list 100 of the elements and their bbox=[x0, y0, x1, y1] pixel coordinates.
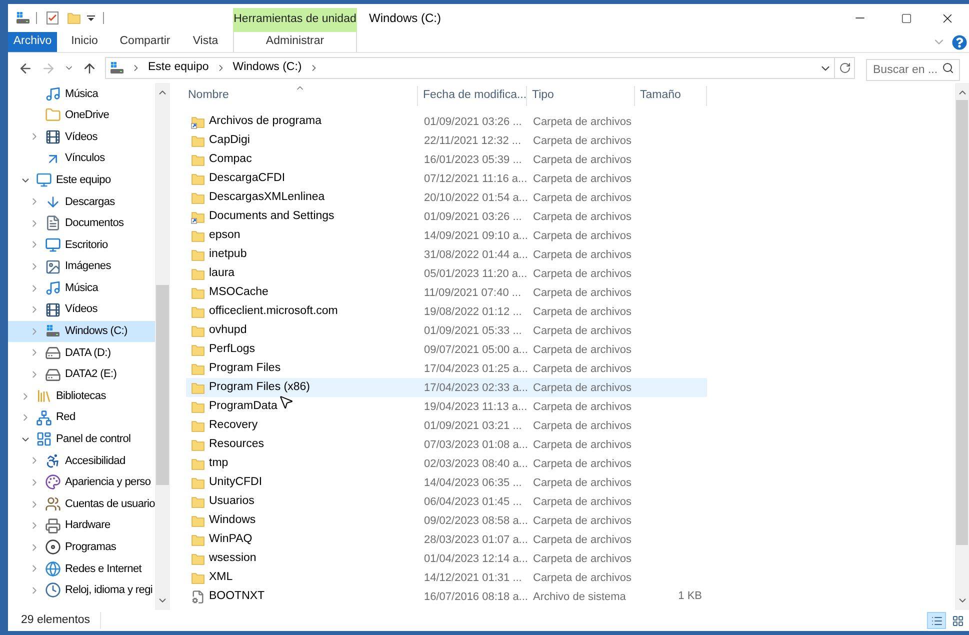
nav-item[interactable]: Apariencia y perso bbox=[8, 472, 155, 494]
caret-down-icon[interactable] bbox=[87, 14, 95, 22]
books-icon bbox=[36, 388, 52, 404]
nav-item[interactable]: Este equipo bbox=[8, 169, 155, 191]
file-row[interactable]: wsession 01/04/2023 12:14 a... Carpeta de archivos bbox=[186, 549, 707, 568]
file-row[interactable]: DescargaCFDI 07/12/2021 11:16 a... Carpeta de archivos bbox=[186, 169, 707, 188]
file-row[interactable]: Documents and Settings 01/09/2021 03:26 ... Carpeta de archivos bbox=[186, 207, 707, 226]
nav-item[interactable]: Accesibilidad bbox=[8, 450, 155, 472]
nav-item[interactable]: Hardware bbox=[8, 514, 155, 536]
file-row[interactable]: officeclient.microsoft.com 19/08/2022 01:12 ... Carpeta de archivos bbox=[186, 302, 707, 321]
file-type: Carpeta de archivos bbox=[533, 553, 632, 566]
modified-date: 07/12/2021 11:16 a... bbox=[424, 173, 528, 186]
file-row[interactable]: epson 14/09/2021 09:10 a... Carpeta de archivos bbox=[186, 226, 707, 245]
properties-icon[interactable] bbox=[46, 11, 59, 25]
back-button[interactable] bbox=[18, 60, 33, 76]
scrollbar[interactable] bbox=[955, 83, 969, 610]
ribbon-tab[interactable]: Vista bbox=[178, 32, 233, 52]
search-field[interactable]: Buscar en ... bbox=[866, 59, 960, 81]
ribbon-tab[interactable]: Inicio bbox=[57, 32, 112, 52]
shortcut-folder-icon bbox=[191, 210, 205, 224]
file-row[interactable]: Program Files 17/04/2023 01:25 a... Carpeta de archivos bbox=[186, 359, 707, 378]
folder-icon bbox=[191, 362, 205, 376]
file-type: Carpeta de archivos bbox=[533, 572, 632, 584]
file-row[interactable]: XML 14/12/2021 01:31 ... Carpeta de archivos bbox=[186, 568, 707, 587]
column-header[interactable]: Tipo bbox=[527, 86, 635, 106]
breadcrumb-item[interactable]: Windows (C:) bbox=[232, 59, 302, 77]
file-name: Usuarios bbox=[209, 494, 254, 509]
file-row[interactable]: WinPAQ 28/03/2023 01:07 a... Carpeta de archivos bbox=[186, 530, 707, 549]
column-header[interactable]: Nombre bbox=[183, 86, 418, 106]
download-icon bbox=[45, 194, 61, 210]
folder-icon bbox=[191, 248, 205, 262]
details-view-button[interactable] bbox=[927, 612, 946, 629]
folder-icon bbox=[191, 532, 205, 546]
nav-item[interactable]: Música bbox=[8, 277, 155, 299]
help-icon[interactable] bbox=[952, 34, 967, 50]
nav-item[interactable]: Vínculos bbox=[8, 148, 155, 170]
address-bar[interactable]: Este equipo Windows (C:) bbox=[105, 57, 835, 79]
file-row[interactable]: Recovery 01/09/2021 03:21 ... Carpeta de archivos bbox=[186, 416, 707, 435]
nav-item[interactable]: Programas bbox=[8, 536, 155, 558]
up-button[interactable] bbox=[82, 60, 97, 76]
modified-date: 17/04/2023 01:25 a... bbox=[424, 363, 528, 376]
nav-item[interactable]: DATA (D:) bbox=[8, 342, 155, 364]
nav-item[interactable]: Documentos bbox=[8, 212, 155, 234]
nav-item[interactable]: Vídeos bbox=[8, 298, 155, 321]
file-row[interactable]: laura 05/01/2023 11:20 a... Carpeta de archivos bbox=[186, 264, 707, 283]
file-row[interactable]: PerfLogs 09/07/2021 05:00 a... Carpeta de archivos bbox=[186, 340, 707, 359]
nav-item[interactable]: Escritorio bbox=[8, 234, 155, 256]
grid-icon[interactable] bbox=[952, 614, 964, 626]
file-row[interactable]: UnityCFDI 14/04/2023 06:35 ... Carpeta de archivos bbox=[186, 473, 707, 492]
file-name: BOOTNXT bbox=[209, 588, 265, 604]
modified-date: 06/04/2023 01:45 ... bbox=[424, 496, 522, 508]
file-row[interactable]: ProgramData 19/04/2023 11:13 a... Carpeta de archivos bbox=[186, 397, 707, 416]
nav-item[interactable]: Red bbox=[8, 406, 155, 428]
file-row[interactable]: ovhupd 01/09/2021 05:33 ... Carpeta de archivos bbox=[186, 321, 707, 340]
scroll-thumb[interactable] bbox=[956, 100, 968, 545]
file-row[interactable]: CapDigi 22/11/2021 12:32 ... Carpeta de archivos bbox=[186, 131, 707, 150]
file-row[interactable]: Archivos de programa 01/09/2021 03:26 ... Carpeta de archivos bbox=[186, 112, 707, 131]
file-row[interactable]: inetpub 31/08/2022 01:44 a... Carpeta de archivos bbox=[186, 245, 707, 264]
folder-icon bbox=[191, 494, 205, 508]
file-name: Program Files (x86) bbox=[209, 380, 310, 395]
file-name: laura bbox=[209, 266, 235, 281]
search-icon[interactable] bbox=[942, 62, 954, 74]
nav-item[interactable]: Imágenes bbox=[8, 256, 155, 278]
file-row[interactable]: Windows 09/02/2023 08:58 a... Carpeta de archivos bbox=[186, 511, 707, 530]
nav-item[interactable]: Windows (C:) bbox=[8, 320, 155, 342]
file-menu-tab[interactable]: Archivo bbox=[8, 32, 57, 52]
maximize-icon[interactable] bbox=[900, 12, 912, 24]
refresh-icon[interactable] bbox=[838, 62, 850, 74]
nav-item[interactable]: Bibliotecas bbox=[8, 385, 155, 407]
column-header[interactable]: Tamaño bbox=[635, 86, 707, 106]
forward-button[interactable] bbox=[41, 60, 56, 76]
nav-item[interactable]: Cuentas de usuario bbox=[8, 493, 155, 515]
file-name: UnityCFDI bbox=[209, 474, 262, 490]
file-row[interactable]: DescargasXMLenlinea 20/10/2022 01:54 a... Carpeta de archivos bbox=[186, 188, 707, 207]
refresh-button[interactable] bbox=[835, 57, 855, 79]
nav-item[interactable]: Panel de control bbox=[8, 428, 155, 450]
breadcrumb-item[interactable]: Este equipo bbox=[148, 59, 209, 77]
scroll-thumb[interactable] bbox=[156, 285, 169, 485]
shortcut-folder-icon bbox=[191, 114, 205, 128]
scrollbar[interactable] bbox=[155, 83, 170, 610]
file-row[interactable]: Usuarios 06/04/2023 01:45 ... Carpeta de archivos bbox=[186, 492, 707, 511]
column-header[interactable]: Fecha de modifica... bbox=[418, 86, 527, 106]
ribbon-tab[interactable]: Compartir bbox=[112, 32, 178, 52]
nav-item[interactable]: Descargas bbox=[8, 190, 155, 213]
nav-item[interactable]: OneDrive bbox=[8, 104, 155, 126]
drive-icon bbox=[46, 325, 60, 338]
nav-item[interactable]: Redes e Internet bbox=[8, 558, 155, 580]
file-row[interactable]: BOOTNXT 16/07/2016 08:18 a... Archivo de sistema 1 KB bbox=[186, 587, 707, 606]
nav-item[interactable]: Vídeos bbox=[8, 126, 155, 148]
file-name: XML bbox=[209, 570, 233, 585]
file-type: Carpeta de archivos bbox=[533, 192, 632, 204]
file-type: Carpeta de archivos bbox=[533, 363, 632, 376]
file-row[interactable]: Compac 16/01/2023 05:39 ... Carpeta de archivos bbox=[186, 150, 707, 169]
file-row[interactable]: MSOCache 11/09/2021 07:40 ... Carpeta de archivos bbox=[186, 283, 707, 302]
nav-item[interactable]: Música bbox=[8, 83, 155, 105]
file-row[interactable]: tmp 02/03/2023 08:40 a... Carpeta de archivos bbox=[186, 454, 707, 473]
nav-item[interactable]: DATA2 (E:) bbox=[8, 364, 155, 386]
file-row[interactable]: Resources 07/03/2023 01:08 a... Carpeta de archivos bbox=[186, 435, 707, 454]
modified-date: 14/09/2021 09:10 a... bbox=[424, 230, 528, 242]
nav-item[interactable]: Reloj, idioma y regi bbox=[8, 580, 155, 602]
